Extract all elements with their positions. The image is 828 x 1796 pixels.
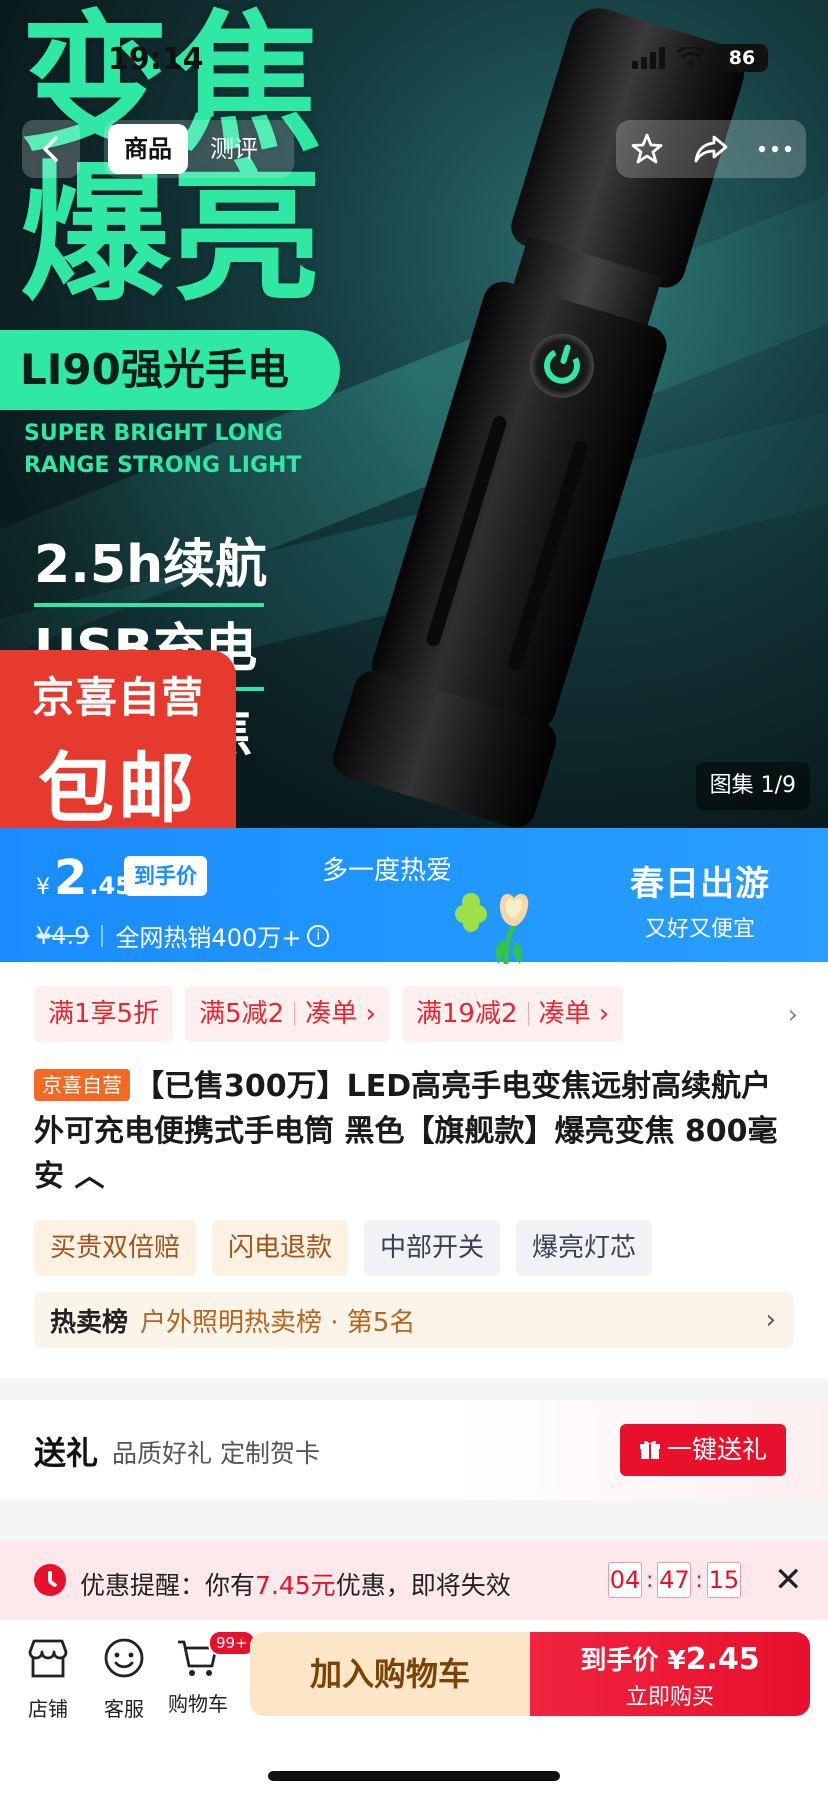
status-icons: 86 — [632, 44, 768, 72]
hero-model-label: LI90强光手电 — [0, 330, 340, 410]
feature-tag[interactable]: 爆亮灯芯 — [516, 1220, 653, 1276]
info-icon[interactable]: i — [307, 924, 330, 947]
buy-now-button[interactable]: 到手价 ¥2.45 立即购买 — [530, 1632, 810, 1716]
banner-slogan: 多一度热爱 — [322, 856, 453, 886]
star-icon[interactable] — [630, 132, 664, 166]
tulip-clover-icon — [455, 893, 529, 964]
status-time: 19:14 — [108, 42, 204, 77]
jingxi-self-operated-badge: 京喜自营 — [34, 1069, 130, 1101]
home-indicator[interactable] — [268, 1771, 560, 1781]
top-tabs: 商品 测评 — [104, 120, 294, 178]
cart-count-badge: 99+ — [208, 1630, 256, 1656]
hot-sale-rank[interactable]: 热卖榜 户外照明热卖榜 · 第5名 › — [34, 1292, 794, 1348]
gift-subtitle: 品质好礼 定制贺卡 — [112, 1439, 320, 1468]
more-icon[interactable] — [758, 144, 792, 154]
close-icon[interactable]: ✕ — [774, 1562, 803, 1598]
top-actions — [616, 120, 806, 178]
send-gift-button[interactable]: 一键送礼 — [620, 1424, 786, 1476]
sales-count: 全网热销400万+ — [115, 924, 302, 952]
chevron-left-icon — [43, 136, 58, 162]
final-price: ¥ 2 .45 — [36, 850, 132, 906]
wifi-icon — [676, 47, 706, 67]
service-tags: 买贵双倍赔 闪电退款 中部开关 爆亮灯芯 — [34, 1220, 653, 1276]
reminder-text: 优惠提醒：你有7.45元优惠，即将失效 — [80, 1571, 511, 1600]
product-hero-image[interactable]: 变焦 爆亮 LI90强光手电 SUPER BRIGHT LONG RANGE S… — [0, 0, 828, 828]
rank-label: 热卖榜 — [50, 1307, 129, 1338]
battery-indicator: 86 — [716, 44, 768, 72]
shop-button[interactable]: 店铺 — [16, 1636, 80, 1722]
product-page: 变焦 爆亮 LI90强光手电 SUPER BRIGHT LONG RANGE S… — [0, 0, 828, 1796]
feature-tag[interactable]: 中部开关 — [364, 1220, 501, 1276]
price-banner: ¥ 2 .45 到手价 ¥4.9 全网热销400万+ i 多一度热爱 春日出游 … — [0, 828, 828, 964]
hero-headline: 爆亮 — [20, 148, 325, 322]
gift-title: 送礼 — [34, 1434, 99, 1472]
bottom-action-bar: 店铺 客服 99+ 购物车 加入购物车 到手价 ¥2.45 立即购买 — [0, 1620, 828, 1796]
tab-product[interactable]: 商品 — [108, 124, 188, 174]
original-price: ¥4.9 — [36, 921, 90, 950]
hero-feature: 2.5h续航 — [34, 522, 267, 607]
gift-section: 送礼 品质好礼 定制贺卡 一键送礼 — [0, 1400, 828, 1500]
promo-chip[interactable]: 满1享5折 — [34, 986, 174, 1042]
add-to-cart-button[interactable]: 加入购物车 — [250, 1632, 530, 1716]
discount-reminder-bar: 优惠提醒：你有7.45元优惠，即将失效 04: 47: 15 ✕ — [0, 1542, 828, 1620]
service-tag[interactable]: 闪电退款 — [212, 1220, 349, 1276]
promo-chip[interactable]: 满19减2 凑单 › — [401, 986, 624, 1042]
chevron-right-icon: › — [765, 1305, 776, 1335]
smile-chat-icon — [104, 1638, 144, 1678]
jingxi-free-shipping-badge: 京喜自营 包邮 — [0, 650, 236, 828]
promo-list: 满1享5折 满5减2 凑单 › 满19减2 凑单 › — [34, 986, 624, 1042]
tab-review[interactable]: 测评 — [194, 124, 274, 174]
signal-icon — [632, 47, 666, 69]
chevron-right-icon[interactable]: › — [788, 1000, 798, 1030]
section-divider — [0, 1500, 828, 1542]
share-icon[interactable] — [693, 133, 729, 165]
section-divider — [0, 1378, 828, 1400]
shop-icon — [28, 1639, 68, 1678]
customer-service-button[interactable]: 客服 — [92, 1636, 156, 1722]
countdown-timer: 04: 47: 15 — [608, 1562, 741, 1598]
rank-value: 户外照明热卖榜 · 第5名 — [140, 1307, 416, 1338]
spring-promo[interactable]: 春日出游 又好又便宜 — [600, 856, 800, 943]
clock-icon — [34, 1564, 66, 1596]
product-title[interactable]: 京喜自营 【已售300万】LED高亮手电变焦远射高续航户外可充电便携式手电筒 黑色… — [34, 1064, 794, 1199]
cart-button[interactable]: 99+ 购物车 — [166, 1630, 256, 1717]
back-button[interactable] — [22, 120, 80, 178]
price-subline: ¥4.9 全网热销400万+ i — [36, 918, 330, 953]
gift-icon — [639, 1440, 660, 1459]
gallery-counter[interactable]: 图集 1/9 — [695, 762, 810, 810]
service-tag[interactable]: 买贵双倍赔 — [34, 1220, 197, 1276]
hero-english-text: SUPER BRIGHT LONG RANGE STRONG LIGHT — [24, 421, 302, 478]
promo-chip[interactable]: 满5减2 凑单 › — [185, 986, 390, 1042]
final-price-tag: 到手价 — [124, 856, 207, 896]
